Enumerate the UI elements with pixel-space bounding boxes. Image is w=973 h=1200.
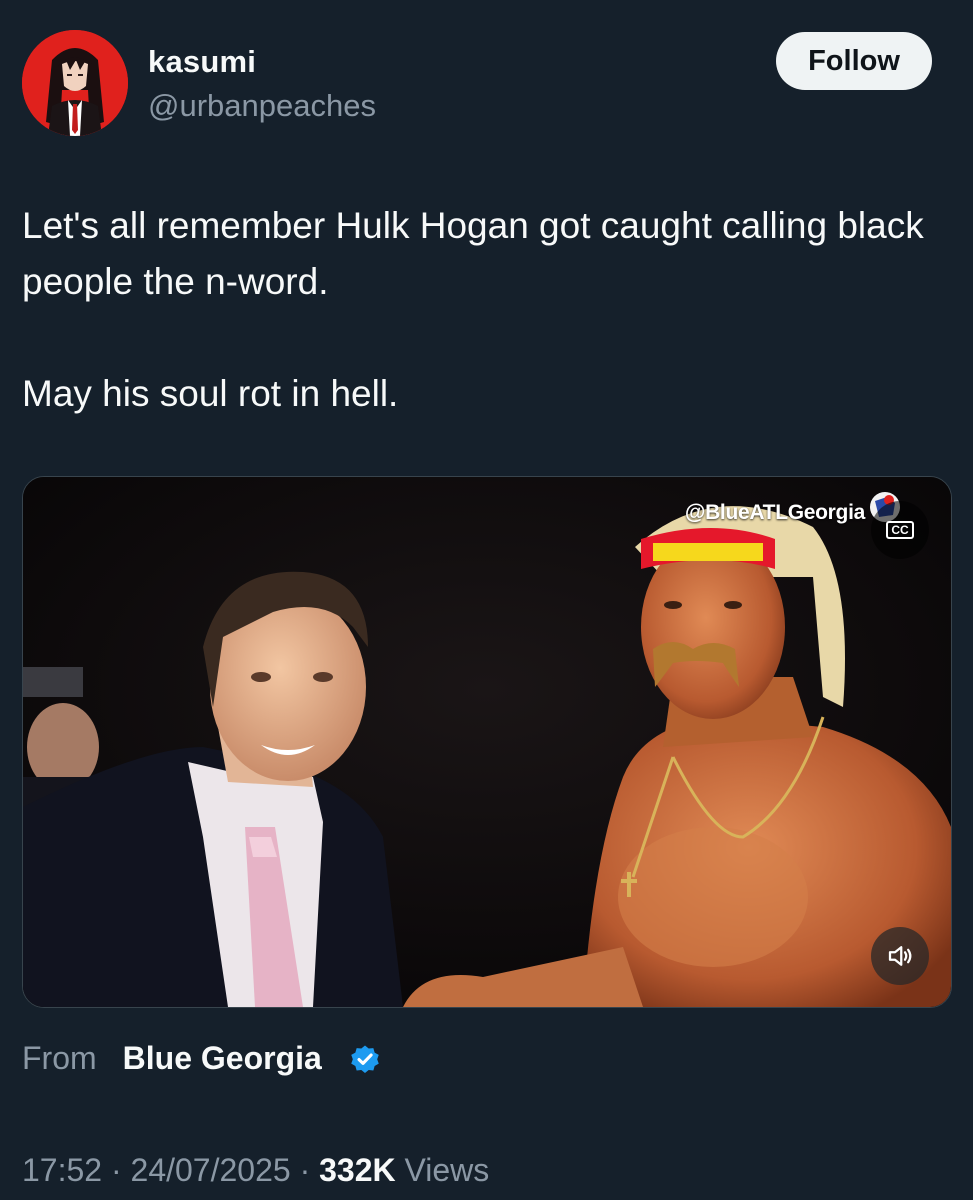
source-name[interactable]: Blue Georgia [123,1040,322,1077]
closed-captions-icon: CC [886,521,914,539]
follow-button[interactable]: Follow [776,32,932,90]
closed-captions-button[interactable]: CC [871,501,929,559]
views-count: 332K [319,1152,396,1188]
video-source: From Blue Georgia [22,1040,382,1077]
tweet-text: Let's all remember Hulk Hogan got caught… [22,198,952,422]
avatar[interactable] [22,30,128,136]
speaker-icon [888,946,912,966]
meta-separator: · [110,1152,122,1188]
tweet-paragraph: May his soul rot in hell. [22,373,399,414]
video-watermark: @BlueATLGeorgia [684,501,865,524]
tweet-paragraph: Let's all remember Hulk Hogan got caught… [22,205,924,302]
source-prefix: From [22,1040,97,1076]
user-handle[interactable]: @urbanpeaches [148,88,376,124]
tweet-header: kasumi @urbanpeaches Follow [22,30,932,140]
views-label: Views [404,1152,490,1188]
tweet-date[interactable]: 24/07/2025 [131,1152,291,1188]
mute-toggle-button[interactable] [871,927,929,985]
verified-badge-icon [351,1045,379,1073]
tweet-metadata: 17:52 · 24/07/2025 · 332K Views [22,1152,489,1189]
video-player[interactable]: @BlueATLGeorgia CC [22,476,952,1008]
video-thumbnail [23,477,951,1007]
meta-separator: · [299,1152,311,1188]
display-name[interactable]: kasumi [148,44,256,80]
anime-character-avatar-icon [22,30,128,136]
tweet-time[interactable]: 17:52 [22,1152,102,1188]
